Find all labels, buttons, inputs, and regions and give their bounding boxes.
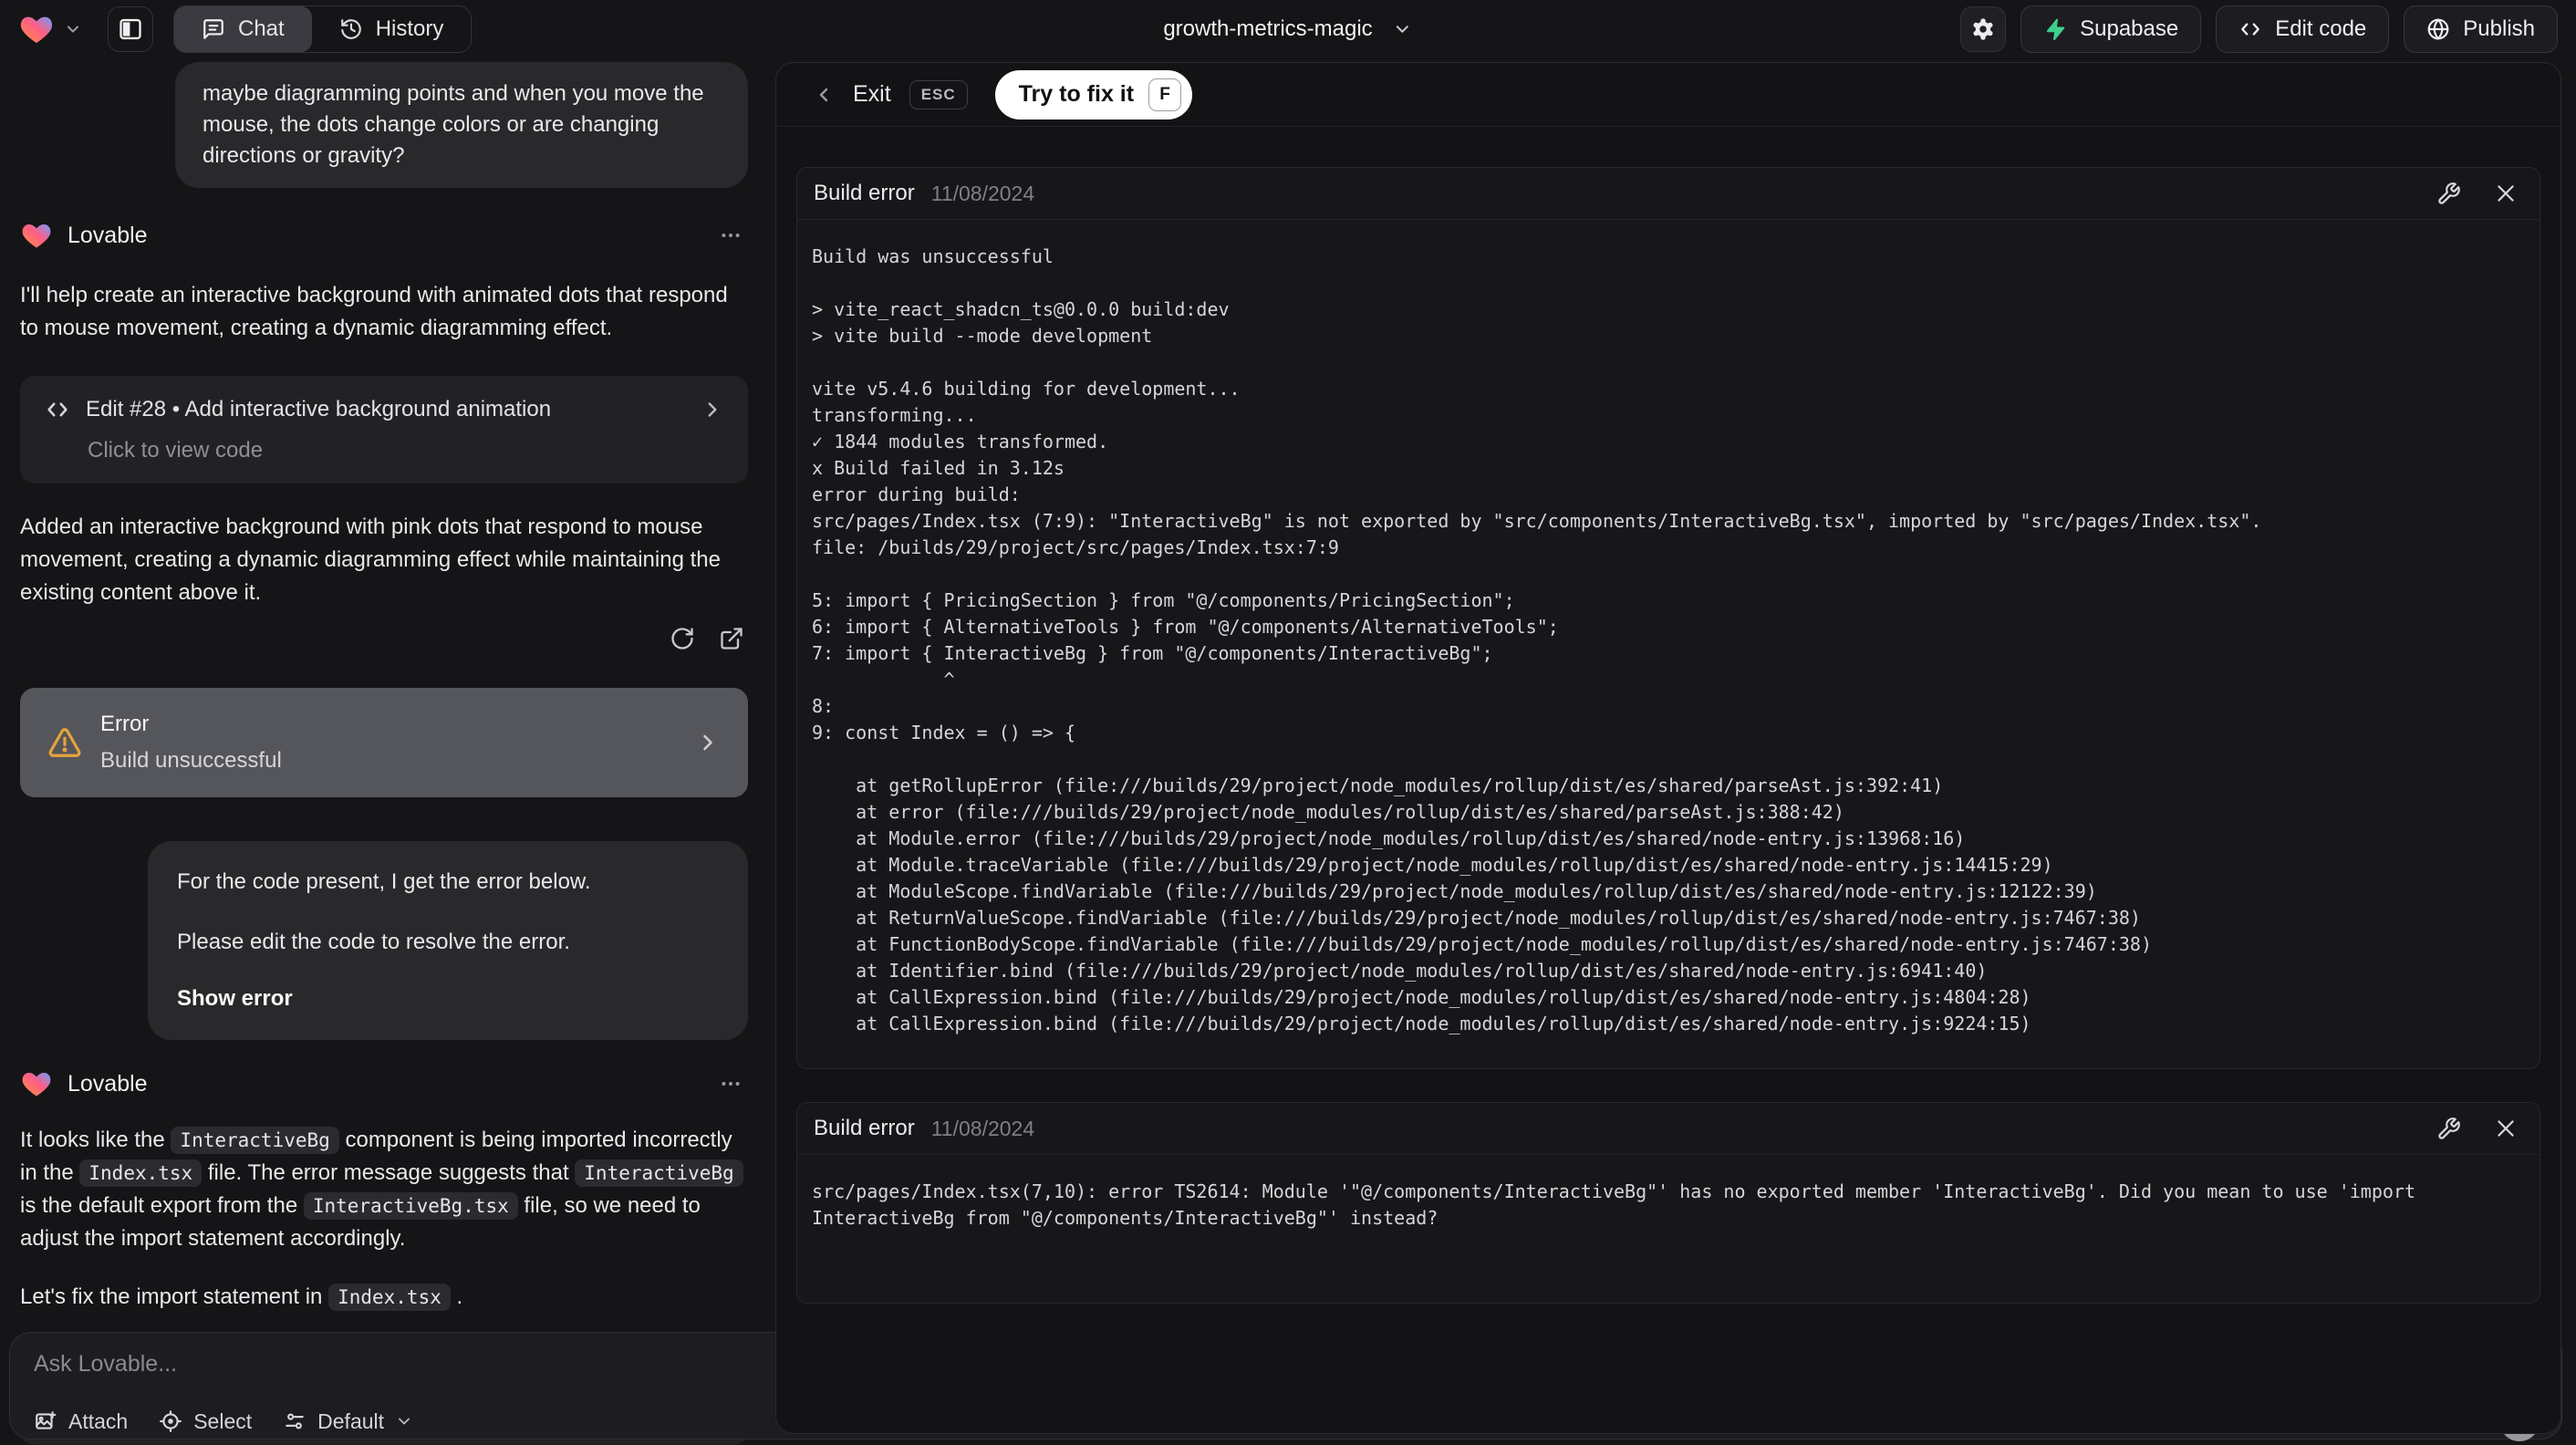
f-keycap: F (1148, 78, 1182, 111)
error-viewer-panel: Exit ESC Try to fix it F Build error 11/… (775, 62, 2561, 1434)
mode-label: Default (317, 1409, 385, 1433)
error-viewer-header: Exit ESC Try to fix it F (776, 63, 2560, 127)
sidebar-toggle-button[interactable] (108, 6, 153, 52)
lovable-avatar-icon (20, 1067, 53, 1100)
error-card[interactable]: Error Build unsuccessful (20, 688, 748, 797)
edit-code-button[interactable]: Edit code (2216, 5, 2390, 53)
message-actions (20, 626, 748, 651)
agent-message-rich: Let's fix the import statement in Index.… (20, 1284, 463, 1311)
edit-card-28[interactable]: Edit #28 • Add interactive background an… (20, 376, 748, 483)
inline-code: Index.tsx (79, 1159, 203, 1187)
agent-name: Lovable (68, 1070, 148, 1097)
build-error-header: Build error 11/08/2024 (797, 168, 2540, 220)
tab-chat[interactable]: Chat (174, 6, 312, 52)
build-error-date: 11/08/2024 (930, 1116, 1035, 1140)
supabase-label: Supabase (2080, 16, 2179, 41)
tab-history-label: History (375, 16, 444, 41)
chevron-down-icon (1393, 19, 1413, 39)
restore-icon[interactable] (670, 626, 695, 651)
chat-bubble-icon (202, 17, 225, 41)
panel-left-icon (118, 16, 143, 42)
build-error-title: Build error (814, 181, 915, 205)
project-switcher[interactable]: growth-metrics-magic (1163, 16, 1412, 42)
tab-chat-label: Chat (238, 16, 285, 41)
agent-message-header: Lovable (20, 219, 748, 252)
try-to-fix-label: Try to fix it (1018, 81, 1135, 107)
message-menu-button[interactable] (719, 224, 748, 247)
gear-icon (1970, 16, 1996, 42)
message-menu-button[interactable] (719, 1072, 748, 1096)
agent-message-text: Added an interactive background with pin… (20, 515, 721, 605)
user-message-line: Please edit the code to resolve the erro… (177, 930, 570, 954)
inline-code: Index.tsx (328, 1284, 451, 1311)
warning-triangle-icon (47, 725, 82, 760)
supabase-bolt-icon (2043, 17, 2067, 41)
build-error-title: Build error (814, 1116, 915, 1140)
build-error-card-2: Build error 11/08/2024 src/pages/Index.t… (796, 1102, 2540, 1304)
chat-history-tabs: Chat History (173, 5, 473, 53)
history-icon (339, 17, 363, 41)
exit-button[interactable]: Exit (853, 81, 891, 108)
top-bar: Chat History growth-metrics-magic Supaba… (0, 0, 2576, 58)
publish-label: Publish (2463, 16, 2535, 41)
build-error-log: Build was unsuccessful > vite_react_shad… (812, 245, 2262, 1034)
lovable-avatar-icon (20, 219, 53, 252)
close-icon[interactable] (2494, 1117, 2518, 1140)
select-label: Select (193, 1409, 253, 1433)
user-message-text: maybe diagramming points and when you mo… (203, 81, 704, 168)
edit-code-label: Edit code (2275, 16, 2367, 41)
attach-label: Attach (68, 1409, 129, 1433)
wrench-icon[interactable] (2436, 182, 2461, 206)
lovable-logo-icon[interactable] (18, 11, 55, 47)
esc-keycap: ESC (909, 79, 968, 109)
chevron-right-icon (695, 730, 721, 755)
user-message: maybe diagramming points and when you mo… (175, 62, 748, 188)
code-brackets-icon (44, 396, 71, 423)
chevron-left-icon[interactable] (813, 84, 835, 106)
select-target-icon (159, 1409, 182, 1433)
chevron-down-icon[interactable] (64, 20, 82, 38)
settings-button[interactable] (1960, 6, 2007, 52)
attach-image-icon (34, 1409, 57, 1433)
wrench-icon[interactable] (2436, 1117, 2461, 1141)
show-error-link[interactable]: Show error (177, 983, 719, 1014)
inline-code: InteractiveBg (171, 1127, 339, 1154)
publish-button[interactable]: Publish (2404, 5, 2558, 53)
globe-icon (2426, 17, 2450, 41)
select-button[interactable]: Select (159, 1409, 252, 1434)
chevron-down-icon (395, 1412, 413, 1430)
chevron-right-icon (701, 398, 724, 421)
try-to-fix-button[interactable]: Try to fix it F (994, 69, 1193, 120)
agent-message-header: Lovable (20, 1067, 748, 1100)
supabase-button[interactable]: Supabase (2020, 5, 2202, 53)
tab-history[interactable]: History (312, 6, 472, 52)
build-error-log: src/pages/Index.tsx(7,10): error TS2614:… (812, 1180, 2427, 1229)
project-name: growth-metrics-magic (1163, 16, 1373, 41)
error-card-subtitle: Build unsuccessful (100, 748, 282, 773)
agent-name: Lovable (68, 222, 148, 248)
user-message: For the code present, I get the error be… (148, 841, 748, 1040)
sliders-icon (283, 1409, 306, 1433)
inline-code: InteractiveBg (575, 1159, 743, 1187)
open-external-icon[interactable] (719, 626, 744, 651)
build-error-header: Build error 11/08/2024 (797, 1103, 2540, 1155)
error-card-title: Error (100, 712, 150, 736)
user-message-line: For the code present, I get the error be… (177, 869, 591, 894)
chat-column: maybe diagramming points and when you mo… (0, 58, 771, 1445)
agent-message-text: I'll help create an interactive backgrou… (20, 283, 728, 340)
edit-card-title: Edit #28 • Add interactive background an… (86, 397, 552, 421)
close-icon[interactable] (2494, 182, 2518, 205)
code-brackets-icon (2238, 17, 2262, 41)
mode-dropdown[interactable]: Default (283, 1409, 413, 1434)
build-error-card-1: Build error 11/08/2024 Build was unsucce… (796, 167, 2540, 1069)
agent-message-rich: It looks like the InteractiveBg componen… (20, 1124, 748, 1255)
attach-button[interactable]: Attach (34, 1409, 128, 1434)
edit-card-subtitle: Click to view code (88, 438, 264, 463)
build-error-date: 11/08/2024 (930, 181, 1035, 205)
inline-code: InteractiveBg.tsx (303, 1192, 518, 1220)
